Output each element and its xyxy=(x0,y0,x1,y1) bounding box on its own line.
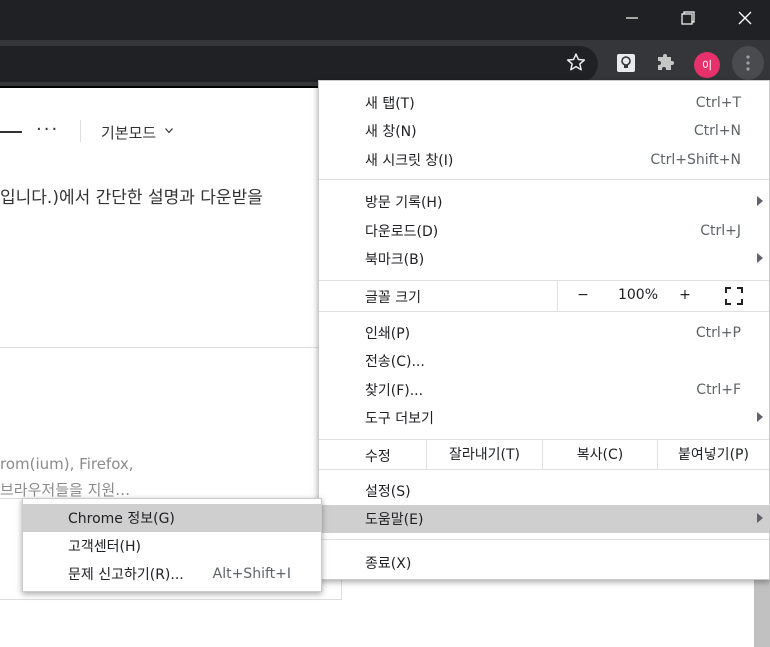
menu-item-cast[interactable]: 전송(C)... xyxy=(319,347,769,375)
submenu-item-label: Chrome 정보(G) xyxy=(68,511,175,527)
menu-item-help[interactable]: 도움말(E) xyxy=(319,505,769,533)
extension-button[interactable] xyxy=(612,49,640,77)
menu-item-history[interactable]: 방문 기록(H) xyxy=(319,188,769,216)
menu-item-shortcut: Ctrl+J xyxy=(700,223,741,239)
lightbulb-extension-icon xyxy=(617,54,635,72)
help-submenu: Chrome 정보(G) 고객센터(H) 문제 신고하기(R)... Alt+S… xyxy=(22,498,322,592)
menu-item-label: 인쇄(P) xyxy=(365,326,411,342)
menu-item-find[interactable]: 찾기(F)... Ctrl+F xyxy=(319,376,769,404)
menu-item-settings[interactable]: 설정(S) xyxy=(319,477,769,505)
minimize-icon xyxy=(626,17,638,19)
menu-item-bookmarks[interactable]: 북마크(B) xyxy=(319,245,769,273)
zoom-label: 글꼴 크기 xyxy=(365,290,421,306)
address-bar[interactable] xyxy=(0,46,598,82)
profile-avatar[interactable]: 이 xyxy=(694,52,720,78)
zoom-row: 글꼴 크기 − 100% + xyxy=(319,281,769,311)
submenu-arrow-icon xyxy=(757,412,763,422)
puzzle-icon xyxy=(658,54,674,70)
star-icon xyxy=(566,53,586,71)
zoom-in-button[interactable]: + xyxy=(676,287,694,303)
menu-item-label: 도구 더보기 xyxy=(365,411,434,427)
submenu-arrow-icon xyxy=(757,196,763,206)
page-snippet-line: 브라우저들을 지원… xyxy=(0,481,131,499)
three-dots-vertical-icon xyxy=(746,55,750,71)
menu-item-label: 도움말(E) xyxy=(365,512,424,528)
menu-item-label: 전송(C)... xyxy=(365,354,425,370)
menu-item-label: 새 창(N) xyxy=(365,124,417,140)
menu-item-label: 종료(X) xyxy=(365,556,412,572)
submenu-item-help-center[interactable]: 고객센터(H) xyxy=(23,532,321,560)
chevron-down-icon xyxy=(165,128,173,134)
menu-item-print[interactable]: 인쇄(P) Ctrl+P xyxy=(319,319,769,347)
mode-dropdown-label[interactable]: 기본모드 xyxy=(101,122,156,143)
edit-label: 수정 xyxy=(365,449,391,465)
menu-item-downloads[interactable]: 다운로드(D) Ctrl+J xyxy=(319,217,769,245)
menu-item-incognito[interactable]: 새 시크릿 창(I) Ctrl+Shift+N xyxy=(319,146,769,174)
submenu-item-label: 문제 신고하기(R)... xyxy=(68,567,184,583)
restore-icon xyxy=(681,11,695,25)
zoom-out-button[interactable]: − xyxy=(574,287,592,303)
paste-button[interactable]: 붙여넣기(P) xyxy=(657,439,769,469)
submenu-item-about-chrome[interactable]: Chrome 정보(G) xyxy=(23,504,321,532)
fullscreen-icon[interactable] xyxy=(725,287,743,305)
menu-item-label: 다운로드(D) xyxy=(365,224,439,240)
menu-separator xyxy=(319,179,769,180)
menu-item-label: 설정(S) xyxy=(365,484,411,500)
submenu-item-label: 고객센터(H) xyxy=(68,539,141,555)
page-divider xyxy=(0,347,318,348)
menu-item-label: 방문 기록(H) xyxy=(365,195,443,211)
menu-item-more-tools[interactable]: 도구 더보기 xyxy=(319,404,769,432)
submenu-item-report-issue[interactable]: 문제 신고하기(R)... Alt+Shift+I xyxy=(23,560,321,588)
page-snippet-line: rom(ium), Firefox, xyxy=(0,455,134,473)
menu-item-shortcut: Ctrl+N xyxy=(693,123,741,139)
menu-item-shortcut: Ctrl+T xyxy=(695,95,741,111)
submenu-arrow-icon xyxy=(757,513,763,523)
more-options-dots[interactable]: ··· xyxy=(36,119,59,140)
page-scrollbar[interactable] xyxy=(754,578,770,647)
submenu-arrow-icon xyxy=(757,253,763,263)
menu-separator xyxy=(319,469,769,470)
page-text-line: 입니다.)에서 간단한 설명과 다운받을 xyxy=(0,188,263,208)
zoom-level: 100% xyxy=(617,287,659,303)
menu-item-new-tab[interactable]: 새 탭(T) Ctrl+T xyxy=(319,89,769,117)
menu-item-label: 찾기(F)... xyxy=(365,383,424,399)
cut-button[interactable]: 잘라내기(T) xyxy=(426,439,542,469)
menu-item-label: 새 시크릿 창(I) xyxy=(365,153,454,169)
menu-item-exit[interactable]: 종료(X) xyxy=(319,549,769,577)
extensions-button[interactable] xyxy=(652,49,680,77)
bookmark-star-button[interactable] xyxy=(562,48,590,76)
menu-item-new-window[interactable]: 새 창(N) Ctrl+N xyxy=(319,117,769,145)
vertical-divider xyxy=(80,120,81,142)
menu-item-label: 북마크(B) xyxy=(365,252,425,268)
dash-mark xyxy=(0,131,22,133)
submenu-item-shortcut: Alt+Shift+I xyxy=(212,566,291,582)
chrome-menu-button[interactable] xyxy=(732,46,764,80)
chrome-main-menu: 새 탭(T) Ctrl+T 새 창(N) Ctrl+N 새 시크릿 창(I) C… xyxy=(318,80,770,580)
copy-button[interactable]: 복사(C) xyxy=(542,439,657,469)
minimize-button[interactable] xyxy=(603,0,661,36)
zoom-controls: − 100% + xyxy=(557,281,769,311)
menu-item-label: 새 탭(T) xyxy=(365,96,415,112)
restore-button[interactable] xyxy=(659,0,717,36)
menu-item-shortcut: Ctrl+F xyxy=(696,382,741,398)
close-icon xyxy=(738,11,752,25)
edit-row: 수정 잘라내기(T) 복사(C) 붙여넣기(P) xyxy=(319,439,769,469)
menu-item-shortcut: Ctrl+Shift+N xyxy=(650,152,741,168)
close-button[interactable] xyxy=(716,0,770,36)
menu-separator xyxy=(319,311,769,312)
menu-item-shortcut: Ctrl+P xyxy=(695,325,741,341)
menu-separator xyxy=(319,539,769,540)
title-bar xyxy=(0,0,770,40)
